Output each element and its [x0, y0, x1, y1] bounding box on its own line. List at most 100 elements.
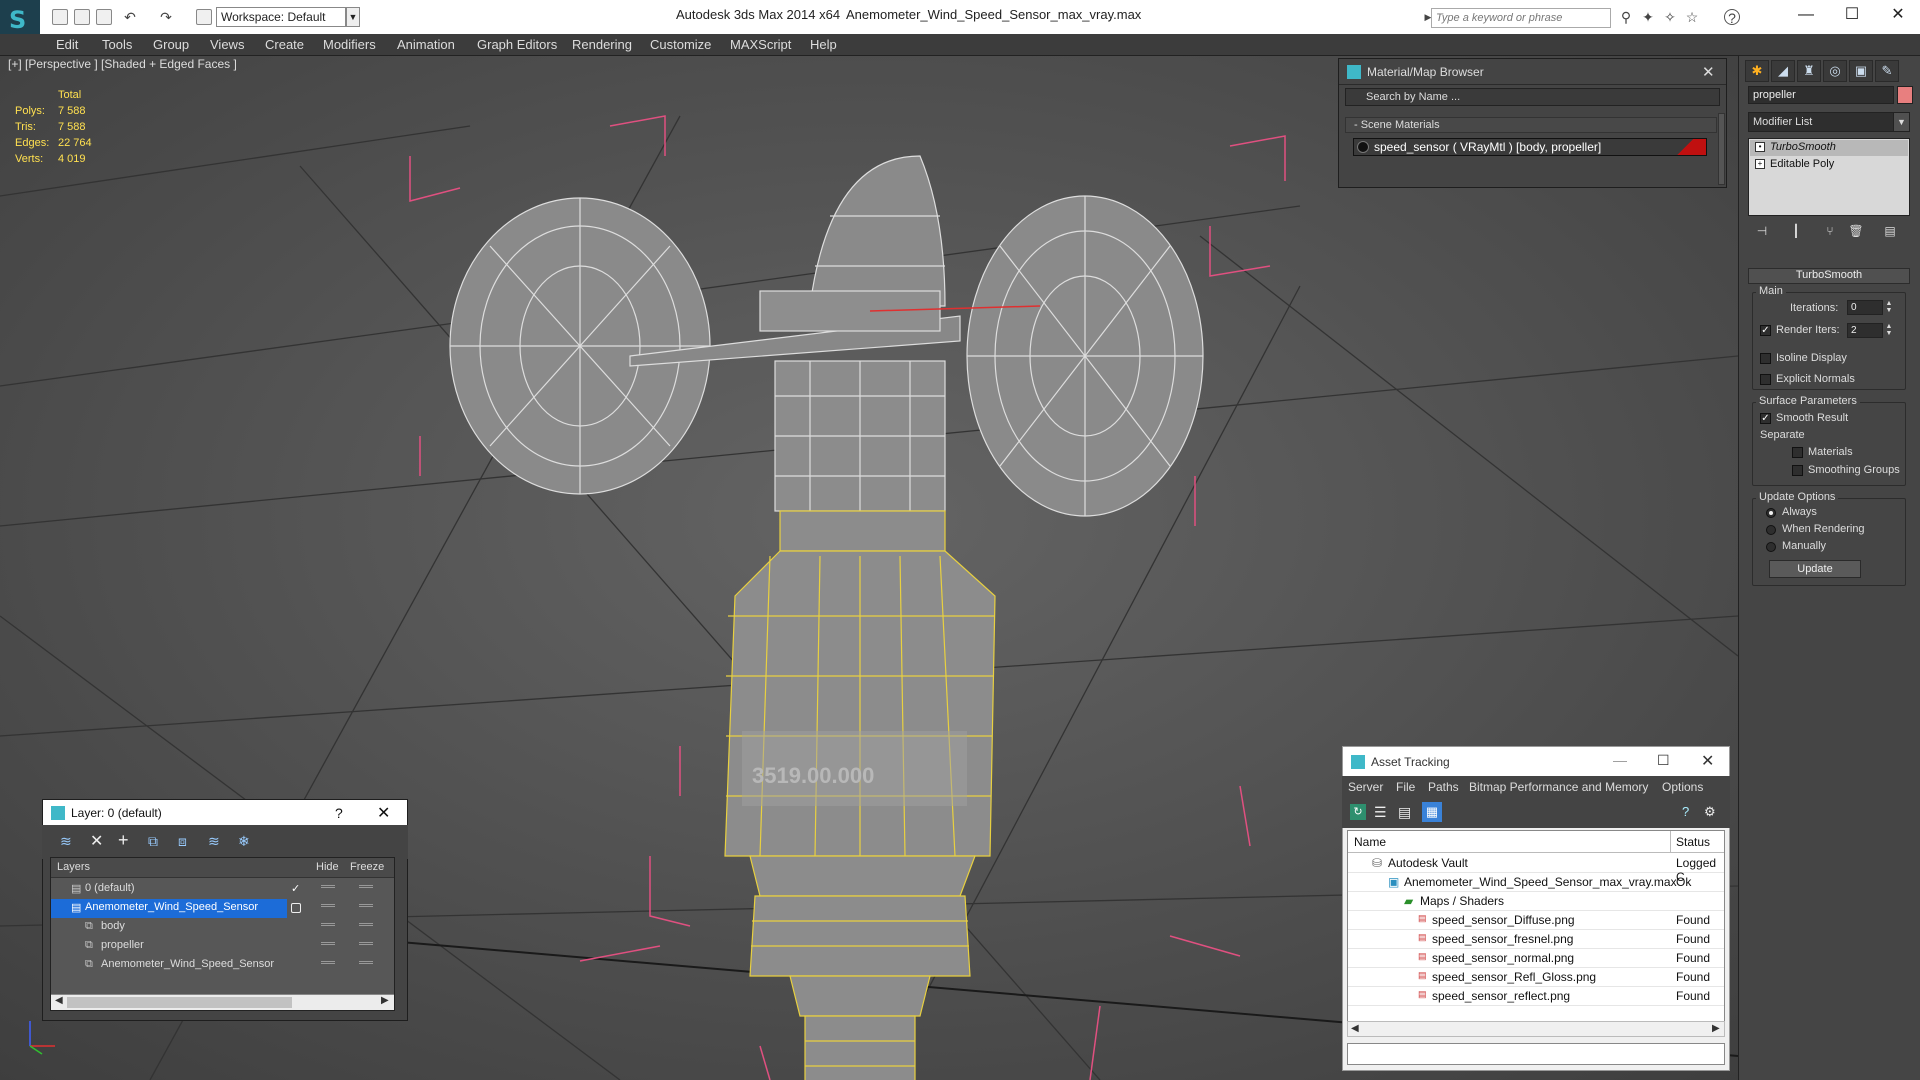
menu-modifiers[interactable]: Modifiers — [323, 37, 376, 52]
settings-icon[interactable]: ⚙ — [1704, 804, 1716, 820]
add-to-layer-icon[interactable]: + — [118, 830, 129, 851]
layer-object-row[interactable]: ⧉ body — [51, 918, 394, 937]
rollout-turbosmooth[interactable]: TurboSmooth — [1748, 268, 1910, 284]
menu-maxscript[interactable]: MAXScript — [730, 37, 791, 52]
help-search-input[interactable]: Type a keyword or phrase — [1431, 8, 1611, 28]
separate-smoothing-groups-checkbox[interactable] — [1792, 465, 1803, 476]
asset-row[interactable]: ▤ speed_sensor_fresnel.png Found — [1348, 930, 1724, 949]
spinner-arrows-icon[interactable]: ▲ ▼ — [1884, 323, 1894, 338]
menu-graph-editors[interactable]: Graph Editors — [477, 37, 557, 52]
freeze-toggle[interactable] — [359, 885, 373, 888]
help-icon[interactable]: ? — [1724, 9, 1740, 26]
render-iters-checkbox[interactable]: ✓ — [1760, 325, 1771, 336]
tab-motion-icon[interactable]: ◎ — [1823, 60, 1847, 82]
hide-toggle[interactable] — [321, 942, 335, 945]
layer-name[interactable]: body — [101, 920, 125, 932]
workspace-dropdown-arrow-icon[interactable]: ▼ — [346, 7, 360, 27]
layer-object-row[interactable]: ⧉ Anemometer_Wind_Speed_Sensor — [51, 956, 394, 975]
asset-path-field[interactable] — [1347, 1043, 1725, 1065]
pin-stack-icon[interactable]: ⊣ — [1752, 224, 1772, 242]
horizontal-scrollbar[interactable]: ◀ ▶ — [1347, 1021, 1725, 1037]
smooth-result-checkbox[interactable]: ✓ — [1760, 413, 1771, 424]
workspace-dropdown[interactable]: Workspace: Default — [216, 7, 346, 27]
scene-materials-group[interactable]: - Scene Materials — [1345, 117, 1717, 133]
project-folder-icon[interactable] — [196, 9, 212, 25]
table-view-icon[interactable]: ▦ — [1422, 802, 1442, 822]
menu-bitmap-performance[interactable]: Bitmap Performance and Memory — [1469, 780, 1648, 794]
stack-item-editable-poly[interactable]: + Editable Poly — [1750, 157, 1908, 173]
create-layer-icon[interactable]: ≋ — [60, 833, 72, 850]
column-divider[interactable] — [1670, 831, 1671, 853]
maximize-icon[interactable]: ☐ — [1657, 752, 1670, 769]
tab-hierarchy-icon[interactable]: ♜ — [1797, 60, 1821, 82]
modifier-list-dropdown[interactable]: Modifier List — [1748, 112, 1910, 132]
freeze-toggle[interactable] — [359, 942, 373, 945]
asset-row[interactable]: ▰ Maps / Shaders — [1348, 892, 1724, 911]
undo-icon[interactable]: ↶ — [122, 9, 138, 25]
asset-row[interactable]: ▣ Anemometer_Wind_Speed_Sensor_max_vray.… — [1348, 873, 1724, 892]
viewport-label-menu[interactable]: [+] [Perspective ] [Shaded + Edged Faces… — [8, 57, 237, 71]
layers-title-bar[interactable]: Layer: 0 (default) ? ✕ — [43, 800, 407, 826]
subscription-center-icon[interactable]: ✦ — [1640, 9, 1656, 25]
tab-utilities-icon[interactable]: ✎ — [1875, 60, 1899, 82]
layer-name[interactable]: propeller — [101, 939, 144, 951]
communication-center-icon[interactable]: ✧ — [1662, 9, 1678, 25]
open-file-icon[interactable] — [74, 9, 90, 25]
material-browser-title-bar[interactable]: Material/Map Browser ✕ — [1339, 59, 1726, 85]
menu-animation[interactable]: Animation — [397, 37, 455, 52]
hide-toggle[interactable] — [321, 904, 335, 907]
layer-row[interactable]: ▤ 0 (default) ✓ — [51, 880, 394, 899]
column-freeze[interactable]: Freeze — [350, 861, 384, 873]
help-button[interactable]: ? — [335, 805, 343, 821]
select-objects-icon[interactable]: ⧉ — [148, 833, 158, 850]
freeze-all-icon[interactable]: ❄ — [238, 833, 250, 850]
explicit-normals-checkbox[interactable] — [1760, 374, 1771, 385]
new-file-icon[interactable] — [52, 9, 68, 25]
menu-paths[interactable]: Paths — [1428, 780, 1459, 794]
update-when-rendering-radio[interactable] — [1766, 525, 1776, 535]
asset-row[interactable]: ▤ speed_sensor_reflect.png Found — [1348, 987, 1724, 1006]
binoculars-icon[interactable]: ⚲ — [1618, 9, 1634, 25]
close-icon[interactable]: ✕ — [377, 803, 390, 823]
scrollbar-thumb[interactable] — [67, 997, 292, 1008]
maximize-icon[interactable]: ☐ — [1837, 4, 1867, 26]
lightbulb-icon[interactable]: • — [1755, 142, 1765, 152]
freeze-toggle[interactable] — [359, 961, 373, 964]
asset-row[interactable]: ▤ speed_sensor_Refl_Gloss.png Found — [1348, 968, 1724, 987]
stack-item-turbosmooth[interactable]: • TurboSmooth — [1750, 140, 1908, 156]
column-hide[interactable]: Hide — [316, 861, 339, 873]
scroll-right-icon[interactable]: ▶ — [381, 995, 389, 1006]
make-unique-icon[interactable]: ⑂ — [1820, 224, 1840, 242]
update-manually-radio[interactable] — [1766, 542, 1776, 552]
menu-customize[interactable]: Customize — [650, 37, 711, 52]
hide-toggle[interactable] — [321, 961, 335, 964]
separate-materials-checkbox[interactable] — [1792, 447, 1803, 458]
update-always-radio[interactable] — [1766, 508, 1776, 518]
menu-file[interactable]: File — [1396, 780, 1415, 794]
hide-toggle[interactable] — [321, 885, 335, 888]
list-view-icon[interactable]: ☰ — [1374, 804, 1387, 821]
column-layers[interactable]: Layers — [57, 861, 90, 873]
menu-server[interactable]: Server — [1348, 780, 1383, 794]
asset-tracking-title-bar[interactable]: Asset Tracking — ☐ ✕ — [1343, 747, 1729, 777]
show-end-result-icon[interactable]: ┃ — [1786, 224, 1806, 242]
help-icon[interactable]: ? — [1682, 804, 1689, 819]
material-item[interactable]: speed_sensor ( VRayMtl ) [body, propelle… — [1353, 138, 1707, 156]
scroll-left-icon[interactable]: ◀ — [1351, 1023, 1359, 1034]
render-iters-spinner[interactable]: 2 — [1847, 323, 1883, 338]
update-button[interactable]: Update — [1769, 560, 1861, 578]
menu-rendering[interactable]: Rendering — [572, 37, 632, 52]
tab-create-icon[interactable]: ✱ — [1745, 60, 1769, 82]
chevron-down-icon[interactable]: ▼ — [1893, 112, 1910, 132]
menu-options[interactable]: Options — [1662, 780, 1703, 794]
detail-view-icon[interactable]: ▤ — [1398, 804, 1411, 821]
scroll-right-icon[interactable]: ▶ — [1712, 1023, 1720, 1034]
close-icon[interactable]: ✕ — [1701, 751, 1714, 771]
isoline-display-checkbox[interactable] — [1760, 353, 1771, 364]
minimize-icon[interactable]: — — [1613, 752, 1627, 768]
redo-icon[interactable]: ↷ — [158, 9, 174, 25]
highlight-layer-icon[interactable]: ⧈ — [178, 833, 187, 850]
scroll-left-icon[interactable]: ◀ — [55, 995, 63, 1006]
layer-name[interactable]: 0 (default) — [85, 882, 135, 894]
scrollbar[interactable] — [1718, 113, 1725, 185]
